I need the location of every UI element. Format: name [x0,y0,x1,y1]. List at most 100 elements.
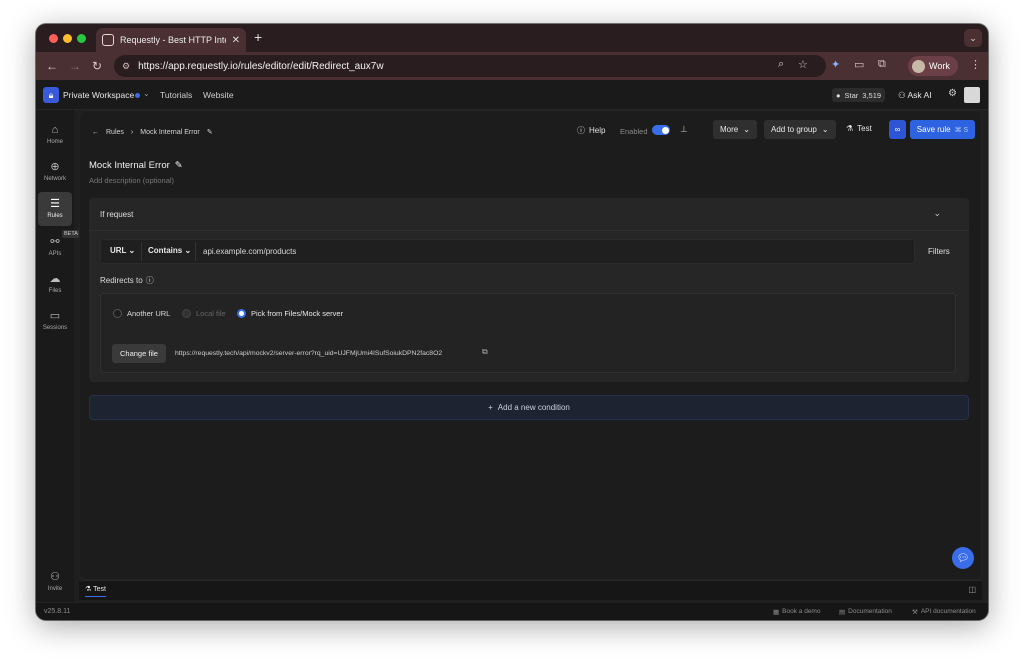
match-field-select[interactable]: URL ⌄ [110,246,135,255]
enabled-toggle[interactable] [652,125,670,135]
test-label: Test [857,124,872,133]
match-operator-select[interactable]: Contains ⌄ [148,246,191,255]
external-link-icon[interactable]: ⧉ [482,347,488,357]
close-window-button[interactable] [49,34,58,43]
url-field[interactable]: ⚙ https://app.requestly.io/rules/editor/… [114,55,826,77]
cloud-icon: ☁ [49,273,61,285]
back-arrow-icon[interactable]: ← [46,59,58,73]
share-link-button[interactable]: ∞ [889,120,906,139]
api-documentation-link[interactable]: ⚒ API documentation [912,608,976,616]
tab-test[interactable]: ⚗ Test [85,585,106,597]
sidebar-item-label: Home [46,139,63,145]
sparkle-user-icon: ⚇ [898,90,908,100]
change-file-button[interactable]: Change file [112,344,166,363]
documentation-label: Documentation [848,608,892,615]
sidebar-item-network[interactable]: ⊕ Network [38,155,72,189]
condition-header[interactable]: If request ⌄ [89,198,969,231]
add-user-icon: ⚇ [50,571,60,583]
browser-menu-icon[interactable]: ⋮ [970,58,981,71]
plus-icon: + [488,403,493,412]
cast-icon[interactable]: ▭ [854,58,864,71]
bottom-panel-tabs: ⚗ Test ◫ [79,580,982,600]
radio-label: Local file [196,309,226,318]
sidebar-item-sessions[interactable]: ▭ Sessions [38,304,72,338]
sidebar-item-apis[interactable]: BETA ⚯ APIs [38,230,80,264]
rule-name[interactable]: Mock Internal Error ✎ [89,160,183,171]
help-label: Help [589,126,606,135]
bookmark-star-icon[interactable]: ☆ [798,58,808,71]
ask-ai-label: Ask AI [907,90,932,100]
chevron-down-icon: ⌄ [821,125,829,134]
new-tab-icon[interactable]: + [254,29,262,45]
breadcrumb-rules[interactable]: Rules [106,129,124,136]
back-arrow-icon[interactable]: ← [92,129,99,136]
profile-chip[interactable]: Work [908,56,958,76]
settings-gear-icon[interactable]: ⚙ [948,88,957,99]
maximize-window-button[interactable] [77,34,86,43]
book-demo-link[interactable]: ▦ Book a demo [773,608,820,616]
extensions-puzzle-icon[interactable]: ⧉ [878,58,886,71]
pin-icon[interactable]: ⊥ [680,124,688,135]
enabled-label: Enabled [620,127,648,136]
filters-button[interactable]: Filters [928,247,950,256]
github-star-count: 3,519 [862,90,882,100]
home-icon: ⌂ [51,124,59,136]
flask-icon: ⚗ [846,124,854,133]
workspace-switcher[interactable]: Private Workspace [63,90,134,100]
chevron-down-icon[interactable]: ⌄ [143,89,150,98]
minimize-window-button[interactable] [63,34,72,43]
extension-requestly-icon[interactable]: ✦ [831,58,840,71]
match-field-value: URL [110,246,127,255]
forward-arrow-icon[interactable]: → [69,59,81,73]
panel-toggle-icon[interactable]: ◫ [968,585,976,594]
more-button[interactable]: More ⌄ [713,120,757,139]
tab-title: Requestly - Best HTTP Interc [120,35,226,45]
rule-name-text: Mock Internal Error [89,160,170,171]
sidebar-item-label: Sessions [42,325,68,331]
description-field[interactable]: Add description (optional) [89,176,174,185]
help-button[interactable]: ⓘ Help [577,125,605,136]
github-star-button[interactable]: ● Star 3,519 [832,88,886,102]
ask-ai-button[interactable]: ⚇ Ask AI [898,90,932,101]
sidebar-item-home[interactable]: ⌂ Home [38,118,72,152]
match-operator-value: Contains [148,246,183,255]
divider [141,242,142,261]
user-avatar[interactable] [964,87,980,103]
api-icon: ⚯ [50,236,60,248]
redirect-destination-panel: Another URL Local file Pick from Files/M… [100,293,956,373]
add-to-group-button[interactable]: Add to group ⌄ [764,120,836,139]
requestly-favicon-icon [102,34,114,46]
sidebar-item-files[interactable]: ☁ Files [38,267,72,301]
tutorials-link[interactable]: Tutorials [160,90,192,100]
chevron-right-icon: › [130,128,134,136]
chat-support-icon[interactable]: 💬︎ [952,547,974,569]
pencil-icon[interactable]: ✎ [175,160,183,171]
radio-indicator [182,309,191,318]
profile-label: Work [929,61,950,71]
documentation-link[interactable]: ▤ Documentation [839,608,892,616]
info-icon[interactable]: ⓘ [146,275,154,286]
chevron-down-icon[interactable]: ⌄ [933,208,941,219]
pencil-icon[interactable]: ✎ [207,128,213,136]
condition-card: If request ⌄ URL ⌄ Contains ⌄ api.exampl… [89,198,969,382]
add-condition-button[interactable]: + Add a new condition [89,395,969,420]
invite-button[interactable]: ⚇ Invite [40,571,70,593]
radio-label: Pick from Files/Mock server [251,309,344,318]
match-value-input[interactable]: api.example.com/products [203,247,296,256]
test-button[interactable]: ⚗ Test [846,124,872,133]
save-rule-button[interactable]: Save rule ⌘ S [910,120,975,139]
tab-search-chevron-icon[interactable]: ⌄ [964,29,982,47]
sidebar: ⌂ Home ⊕ Network ☰ Rules BETA ⚯ APIs ☁ F… [36,110,80,620]
radio-pick-from-files[interactable]: Pick from Files/Mock server [237,309,343,318]
website-link[interactable]: Website [203,90,234,100]
profile-avatar [912,59,925,73]
reload-icon[interactable]: ↻ [92,59,102,73]
zoom-search-icon[interactable]: ⌕ [778,58,784,71]
sidebar-item-rules[interactable]: ☰ Rules [38,192,72,226]
tab-close-icon[interactable]: ✕ [232,35,240,46]
radio-another-url[interactable]: Another URL [113,309,170,318]
save-label: Save rule [916,125,951,134]
radio-local-file[interactable]: Local file [182,309,226,318]
site-settings-icon[interactable]: ⚙ [122,61,130,72]
browser-tab[interactable]: Requestly - Best HTTP Interc ✕ [96,28,246,52]
